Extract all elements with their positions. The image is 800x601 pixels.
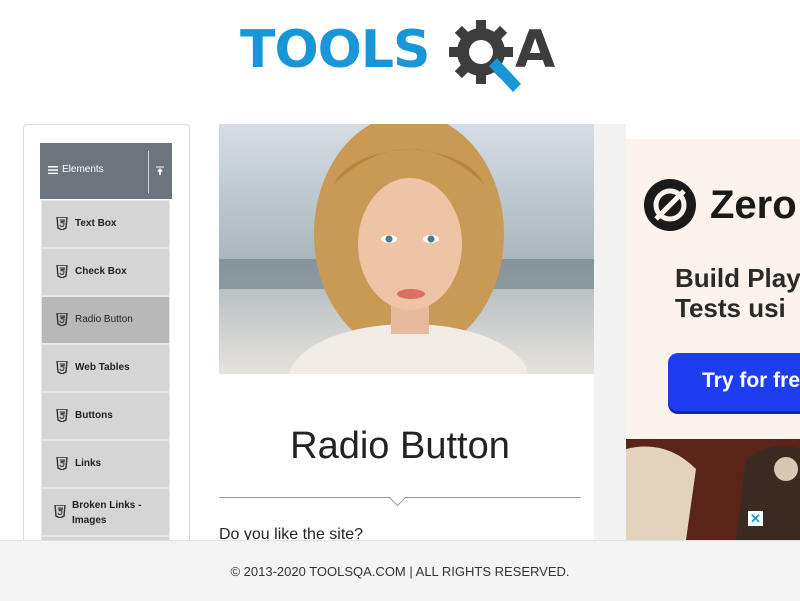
gear-q-icon (449, 20, 521, 92)
ad-image[interactable] (626, 439, 800, 540)
html5-icon (56, 217, 68, 230)
sidebar-item-label: Web Tables (75, 362, 130, 373)
html5-icon (54, 505, 66, 518)
sidebar-item-label: Links (75, 458, 102, 469)
sidebar-item-check-box[interactable]: Check Box (41, 248, 170, 296)
html5-icon (56, 457, 68, 470)
html5-icon (56, 409, 68, 422)
elements-group-header[interactable]: Elements (40, 143, 172, 199)
sidebar-item-radio-button[interactable]: Radio Button (41, 296, 170, 344)
ad-cta-label: Try for fre (702, 369, 800, 392)
ad-brand: Zero (710, 183, 797, 227)
advertisement[interactable]: Zero Build Playw Tests usi Try for fre (626, 139, 800, 439)
collapse-arrow-icon[interactable] (152, 163, 168, 179)
html5-icon (56, 361, 68, 374)
html5-icon (56, 265, 68, 278)
sidebar-item-buttons[interactable]: Buttons (41, 392, 170, 440)
left-panel: Elements Text Box Check Box Radio Button… (23, 124, 190, 556)
footer-copyright: © 2013-2020 TOOLSQA.COM | ALL RIGHTS RES… (230, 564, 570, 579)
zerostep-logo-icon (644, 179, 696, 231)
header-divider (148, 151, 149, 193)
ad-close-button[interactable]: ✕ (748, 511, 763, 526)
toolsqa-logo[interactable]: TOOLS A (240, 14, 570, 94)
portrait-image (219, 124, 594, 374)
group-label: Elements (62, 164, 104, 175)
sidebar-item-label: Broken Links - Images (72, 500, 142, 526)
sidebar-item-text-box[interactable]: Text Box (41, 200, 170, 248)
banner-image (219, 124, 594, 374)
menu-icon (48, 166, 58, 175)
ad-headline: Build Playw Tests usi (675, 263, 800, 323)
ad-photo (626, 439, 800, 540)
site-header: TOOLS A (0, 0, 800, 110)
site-footer: © 2013-2020 TOOLSQA.COM | ALL RIGHTS RES… (0, 540, 800, 601)
logo-text: TOOLS (240, 20, 430, 80)
ad-cta-button[interactable]: Try for fre (668, 353, 800, 411)
ad-gutter (594, 124, 626, 540)
sidebar-item-label: Buttons (75, 410, 113, 421)
sidebar-item-label: Radio Button (75, 314, 133, 325)
html5-icon (56, 313, 68, 326)
sidebar-item-label: Text Box (75, 218, 117, 229)
logo-suffix: A (515, 20, 556, 80)
title-divider-notch (389, 490, 406, 507)
page-title: Radio Button (290, 425, 510, 467)
sidebar-item-links[interactable]: Links (41, 440, 170, 488)
sidebar-item-broken-links[interactable]: Broken Links - Images (41, 488, 170, 536)
sidebar-item-web-tables[interactable]: Web Tables (41, 344, 170, 392)
sidebar-item-label: Check Box (75, 266, 127, 277)
